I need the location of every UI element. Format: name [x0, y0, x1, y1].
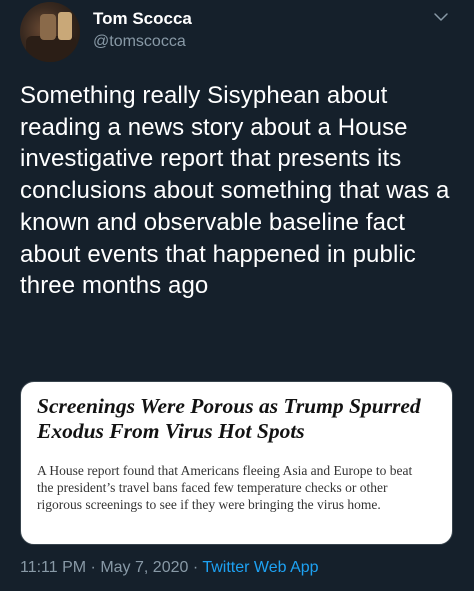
tweet-text: Something really Sisyphean about reading…	[20, 82, 450, 300]
card-summary: A House report found that Americans flee…	[37, 463, 413, 512]
meta-separator: ·	[86, 559, 101, 576]
source-app-link[interactable]: Twitter Web App	[202, 559, 318, 576]
chevron-down-icon[interactable]	[432, 8, 450, 26]
author-name[interactable]: Tom Scocca	[93, 9, 192, 29]
avatar-detail	[40, 14, 56, 40]
author-handle[interactable]: @tomscocca	[93, 33, 186, 51]
tweet-time[interactable]: 11:11 PM	[20, 559, 86, 576]
tweet: Tom Scocca @tomscocca Something really S…	[0, 0, 474, 591]
tweet-date[interactable]: May 7, 2020	[100, 559, 188, 576]
tweet-header: Tom Scocca @tomscocca	[20, 2, 460, 62]
card-headline: Screenings Were Porous as Trump Spurred …	[37, 394, 421, 443]
avatar-detail	[58, 12, 72, 40]
link-card[interactable]: Screenings Were Porous as Trump Spurred …	[20, 381, 453, 545]
meta-separator: ·	[188, 559, 203, 576]
avatar[interactable]	[20, 2, 80, 62]
tweet-meta: 11:11 PM · May 7, 2020 · Twitter Web App	[20, 559, 319, 577]
